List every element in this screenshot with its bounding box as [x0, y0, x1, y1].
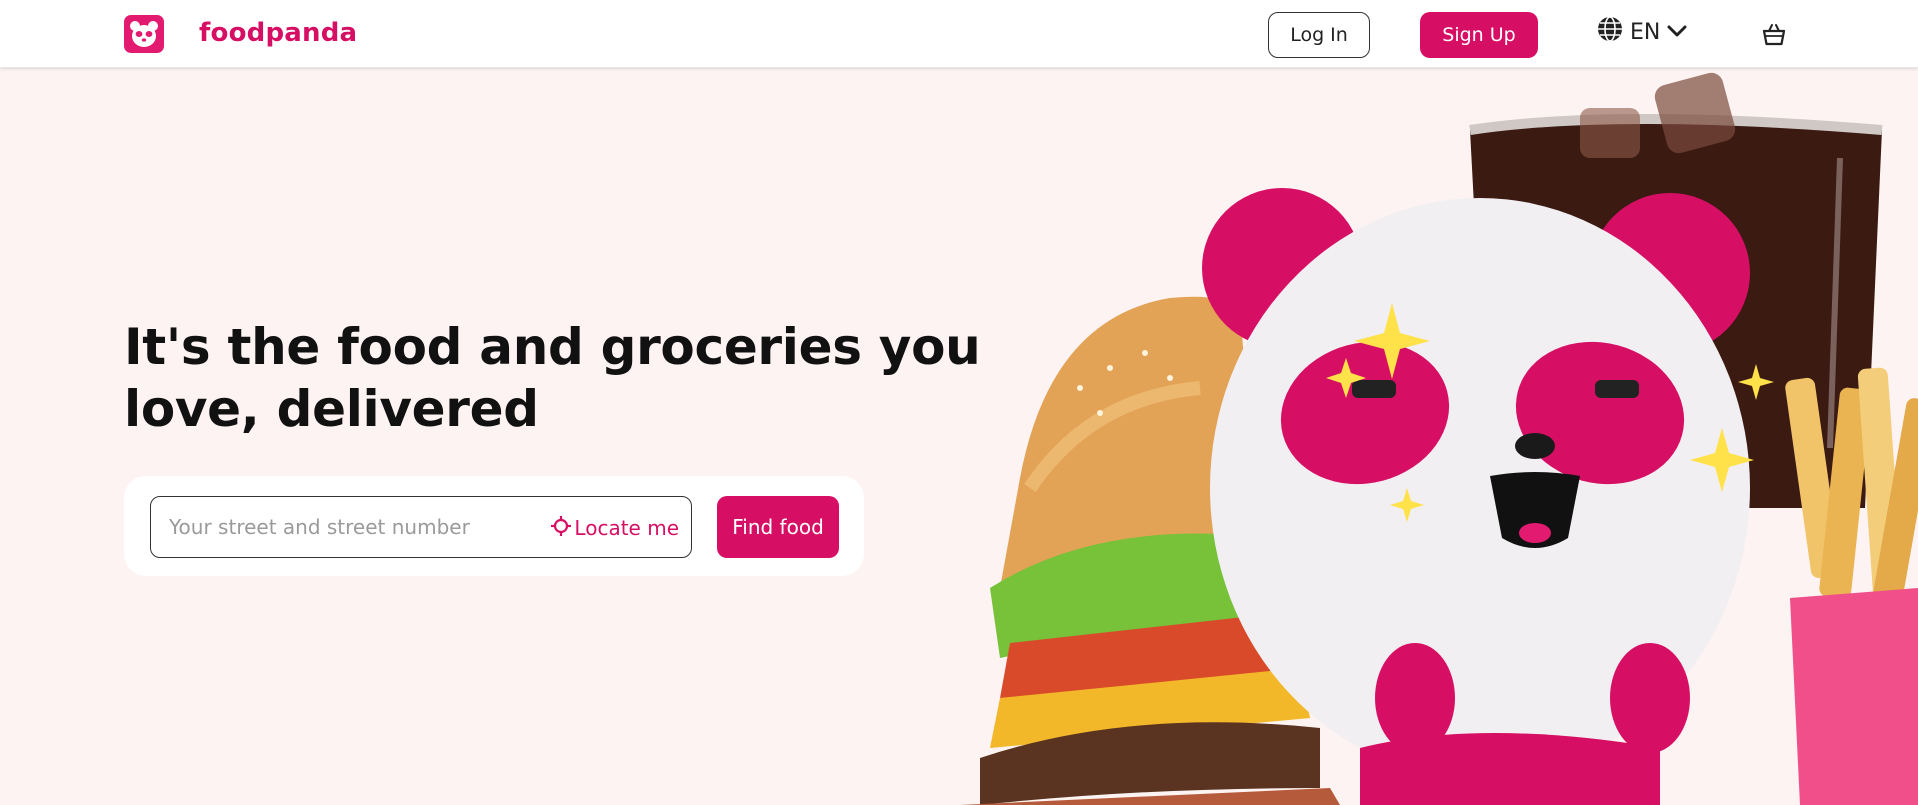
- brand-name[interactable]: foodpanda: [199, 18, 357, 48]
- address-field[interactable]: Locate me: [150, 496, 692, 558]
- language-code: EN: [1630, 19, 1661, 45]
- address-input[interactable]: [169, 511, 529, 543]
- hero-illustration: [960, 68, 1918, 805]
- top-navigation-bar: foodpanda Log In Sign Up EN: [0, 0, 1918, 68]
- locate-me-label: Locate me: [574, 516, 679, 540]
- language-selector[interactable]: EN: [1596, 14, 1688, 50]
- chevron-down-icon: [1666, 20, 1688, 45]
- sign-up-button[interactable]: Sign Up: [1420, 12, 1538, 58]
- log-in-button[interactable]: Log In: [1268, 12, 1370, 58]
- locate-me-button[interactable]: Locate me: [550, 513, 679, 543]
- globe-icon: [1596, 15, 1624, 49]
- crosshair-icon: [550, 515, 572, 542]
- foodpanda-logo-icon[interactable]: [124, 15, 164, 53]
- hero-headline: It's the food and groceries you love, de…: [124, 318, 981, 438]
- fries-image: [1785, 367, 1918, 805]
- find-food-button[interactable]: Find food: [717, 496, 839, 558]
- address-search-card: Locate me Find food: [124, 476, 864, 576]
- shopping-basket-icon[interactable]: [1760, 20, 1788, 48]
